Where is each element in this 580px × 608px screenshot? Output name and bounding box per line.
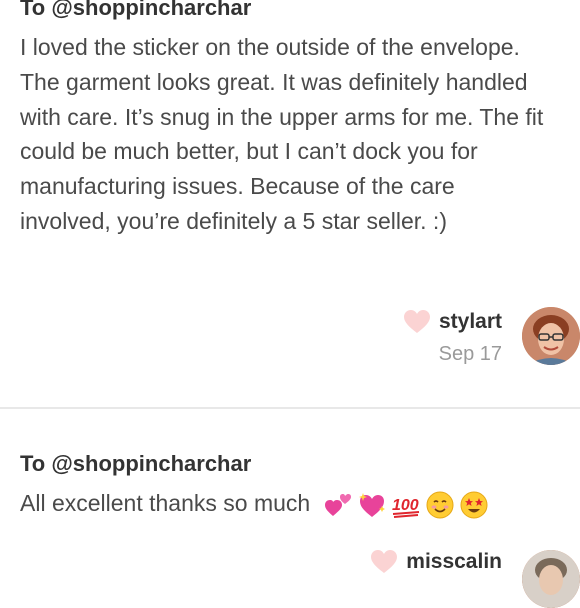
review-recipient[interactable]: To @shoppincharchar: [20, 448, 251, 480]
heart-icon[interactable]: [403, 309, 431, 335]
review-date: Sep 17: [438, 343, 502, 365]
reviewer-row: stylart: [403, 308, 502, 336]
sparkling-heart-icon: [358, 492, 385, 517]
reviewer-username[interactable]: stylart: [439, 308, 502, 336]
avatar-image: [522, 307, 580, 365]
reviewer-row: misscalin: [370, 548, 502, 576]
emoji-row: 100: [323, 490, 489, 520]
review-meta: stylart Sep 17: [403, 308, 502, 368]
avatar[interactable]: [522, 307, 580, 365]
avatar-image: [522, 550, 580, 608]
avatar[interactable]: [522, 550, 580, 608]
review-recipient[interactable]: To @shoppincharchar: [20, 0, 251, 24]
review-text: All excellent thanks so much: [20, 490, 311, 516]
review-meta: misscalin: [370, 548, 502, 576]
hundred-points-icon: 100: [392, 497, 419, 518]
heart-icon[interactable]: [370, 549, 398, 575]
star-struck-icon: [460, 491, 488, 519]
smiling-face-icon: [426, 491, 454, 519]
two-hearts-icon: [324, 493, 351, 516]
review-text-row: All excellent thanks so much 100: [20, 486, 550, 521]
reviewer-username[interactable]: misscalin: [406, 548, 502, 576]
divider: [0, 407, 580, 409]
review-text: I loved the sticker on the outside of th…: [20, 34, 544, 234]
